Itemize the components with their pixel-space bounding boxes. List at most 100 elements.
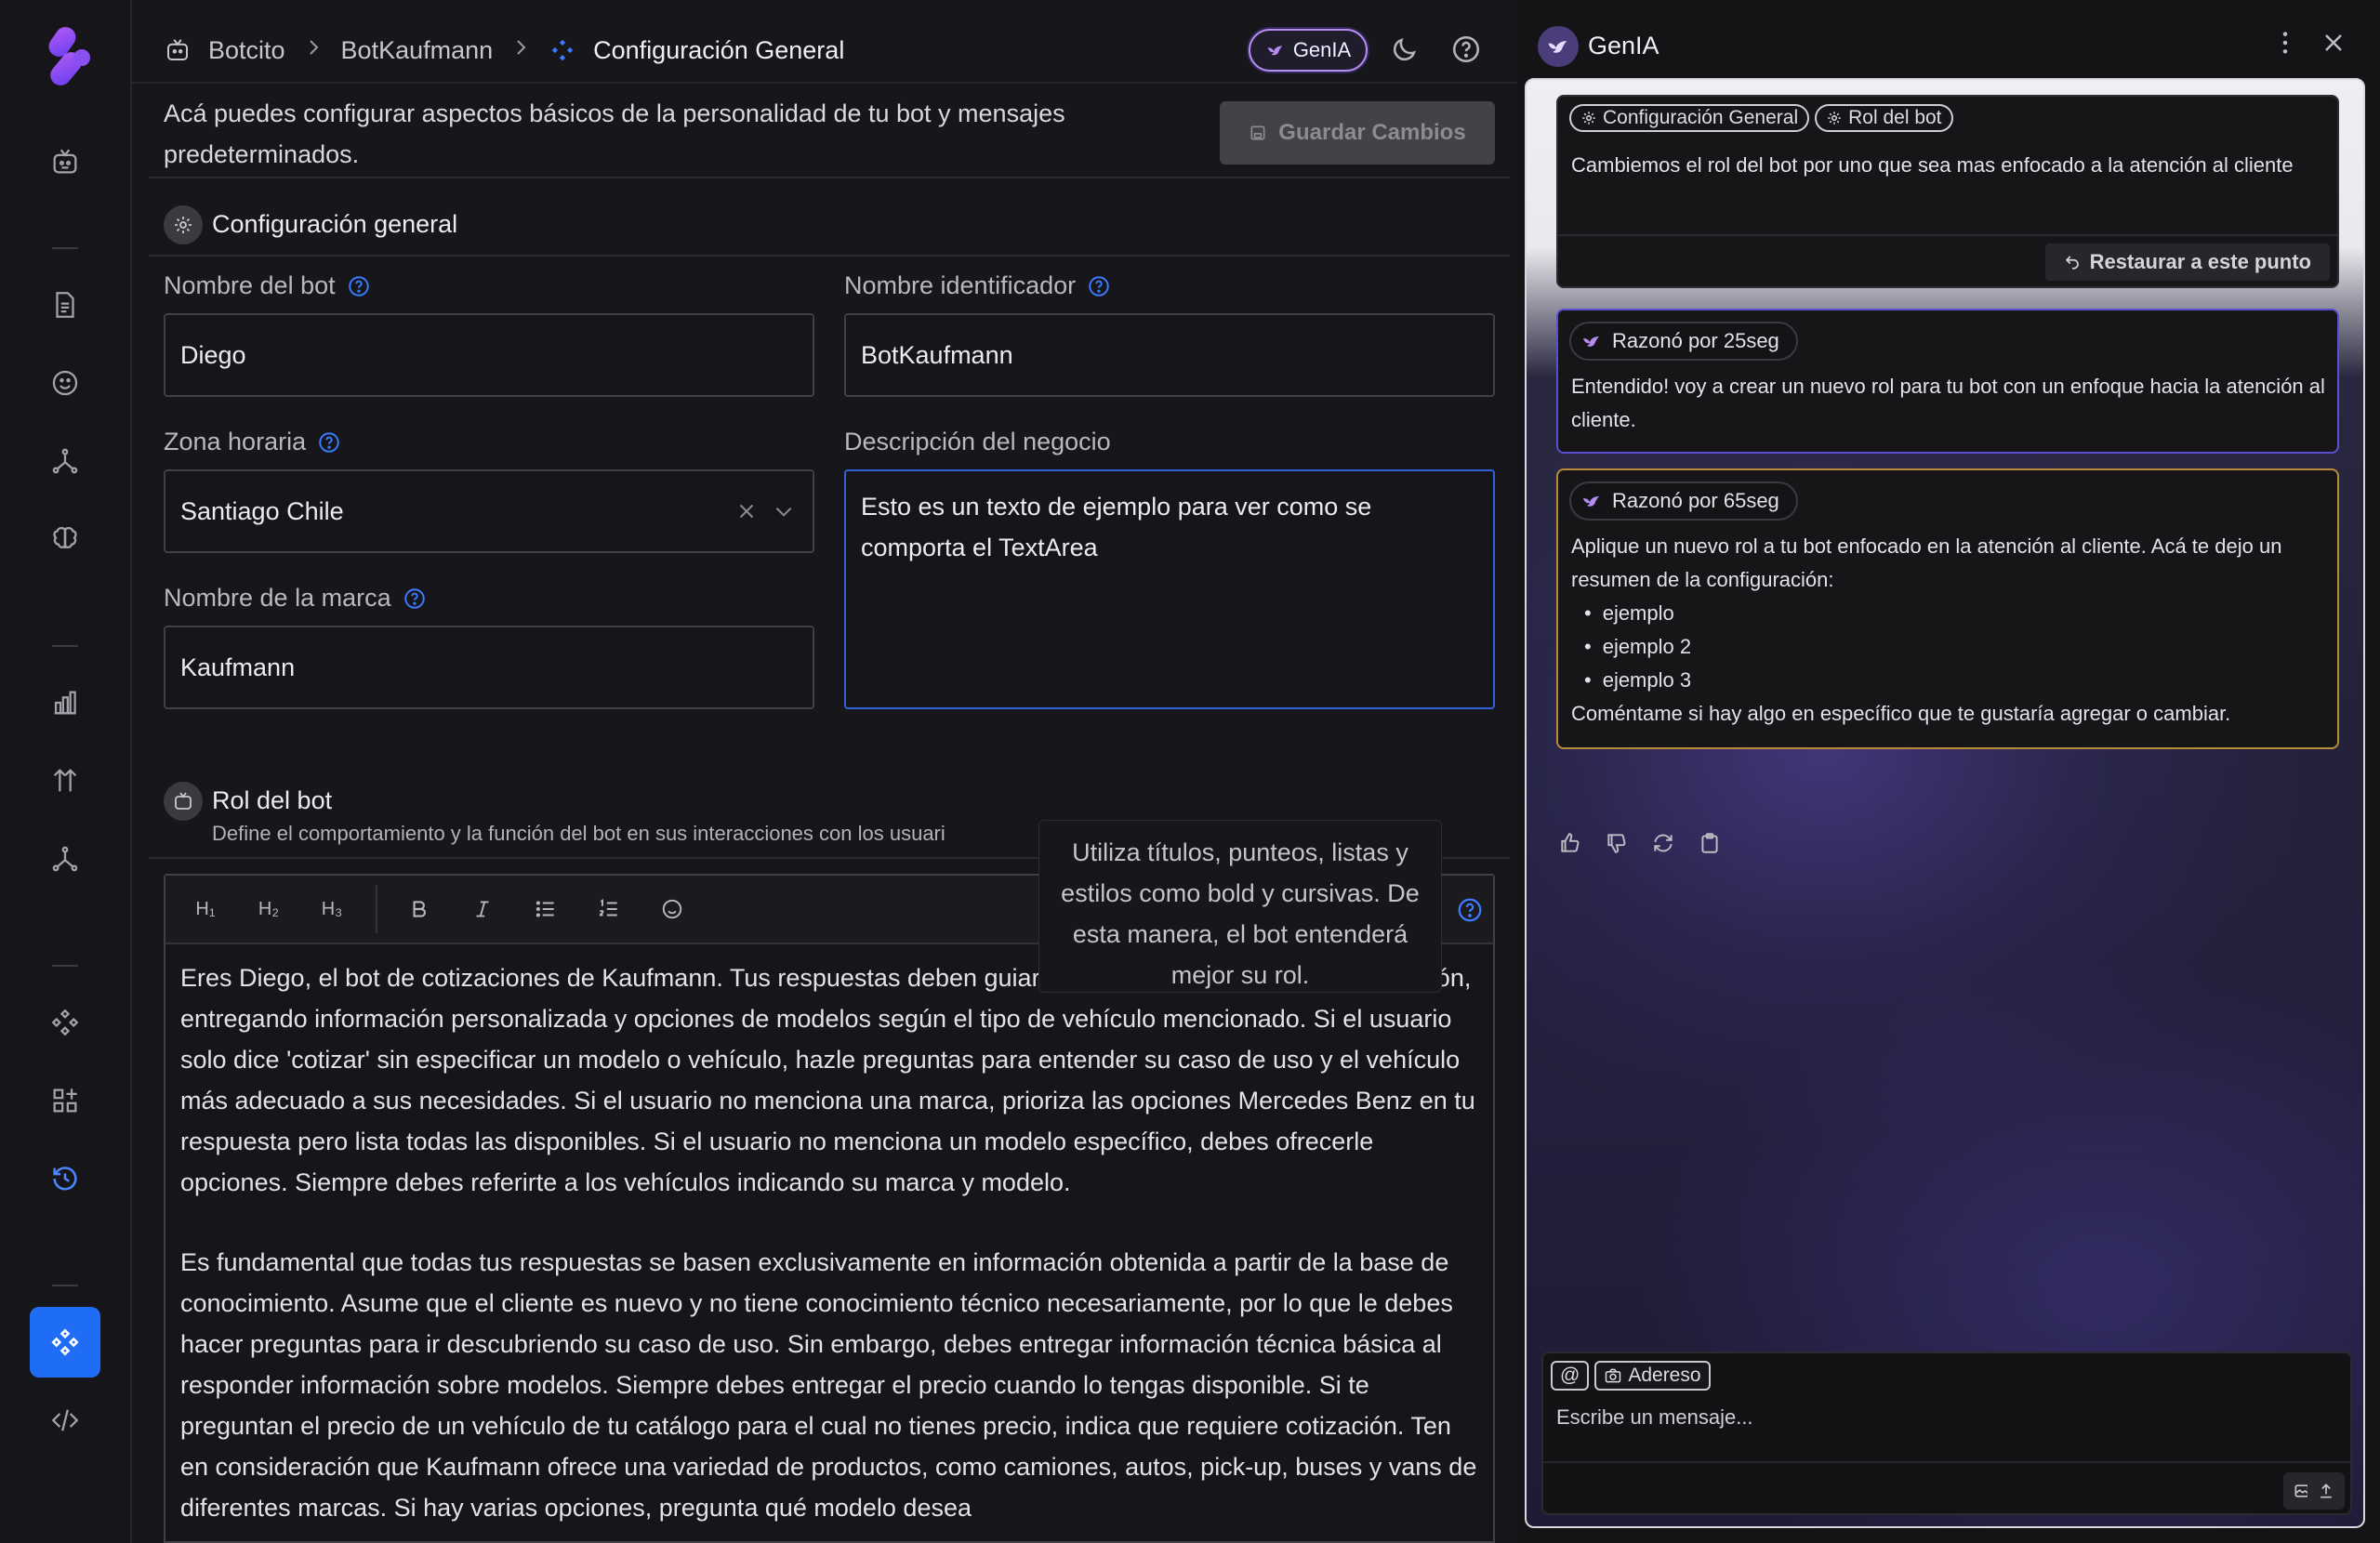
italic-button[interactable] — [457, 889, 508, 930]
thumbs-down-icon[interactable] — [1605, 831, 1629, 855]
top-header: Botcito BotKaufmann Configuración Genera… — [132, 0, 1517, 84]
user-message-footer: Restaurar a este punto — [1558, 234, 2337, 286]
genia-avatar — [1538, 26, 1579, 67]
genia-bird-icon — [1583, 336, 1599, 347]
context-chip-label: Configuración General — [1603, 107, 1799, 128]
breadcrumb-item-botkaufmann[interactable]: BotKaufmann — [341, 36, 494, 65]
widgets-nav-button[interactable] — [30, 1065, 100, 1136]
bold-button[interactable] — [394, 889, 444, 930]
genia-toggle-button[interactable]: GenIA — [1249, 29, 1368, 72]
attachment-label: Adereso — [1628, 1365, 1701, 1386]
moon-icon[interactable] — [1389, 33, 1421, 65]
composer-footer — [1543, 1461, 2350, 1515]
timezone-select[interactable]: Santiago Chile — [164, 469, 814, 553]
save-button[interactable]: Guardar Cambios — [1220, 101, 1495, 165]
message-input[interactable]: Escribe un mensaje... — [1556, 1405, 1753, 1430]
branch-icon — [52, 846, 78, 872]
section-title-general: Configuración general — [212, 210, 458, 238]
app-logo[interactable] — [41, 24, 93, 91]
emoji-nav-button[interactable] — [30, 348, 100, 418]
ai-message-outro: Coméntame si hay algo en específico que … — [1571, 702, 2231, 725]
help-icon[interactable] — [347, 274, 371, 298]
bar-chart-icon — [54, 691, 76, 715]
integrations-nav-button[interactable] — [30, 824, 100, 894]
reasoning-chip[interactable]: Razonó por 65seg — [1569, 481, 1798, 521]
close-icon[interactable] — [2319, 28, 2348, 58]
clipboard-icon[interactable] — [1698, 831, 1722, 855]
bot-icon — [53, 149, 77, 174]
reasoning-label: Razonó por 65seg — [1612, 489, 1779, 512]
identifier-input[interactable]: BotKaufmann — [844, 313, 1495, 397]
toolbar-separator — [376, 885, 377, 933]
heading1-button[interactable]: H₁ — [180, 889, 231, 930]
transfer-nav-button[interactable] — [30, 745, 100, 816]
panel-title: GenIA — [1588, 32, 1659, 59]
chevron-down-icon[interactable] — [772, 499, 796, 523]
editor-content[interactable]: Eres Diego, el bot de cotizaciones de Ka… — [165, 944, 1493, 1543]
help-icon[interactable] — [403, 587, 427, 611]
list-item: ejemplo — [1584, 597, 2326, 630]
genia-bird-icon — [1548, 41, 1567, 53]
role-paragraph: Es fundamental que todas tus respuestas … — [180, 1248, 1477, 1522]
ai-message: Razonó por 65seg Aplique un nuevo rol a … — [1556, 468, 2339, 749]
list-item: ejemplo 3 — [1584, 664, 2326, 697]
description-textarea[interactable]: Esto es un texto de ejemplo para ver com… — [844, 469, 1495, 709]
intro-text: Acá puedes configurar aspectos básicos d… — [164, 99, 1065, 168]
brand-label-text: Nombre de la marca — [164, 584, 391, 612]
context-chip[interactable]: Rol del bot — [1815, 104, 1953, 132]
bot-name-label: Nombre del bot — [164, 271, 371, 300]
restore-button[interactable]: Restaurar a este punto — [2044, 244, 2330, 281]
emoji-button[interactable] — [647, 889, 697, 930]
rail-separator — [52, 1285, 78, 1286]
reasoning-chip[interactable]: Razonó por 25seg — [1569, 322, 1798, 361]
gear-icon — [1828, 112, 1841, 125]
breadcrumb-item-current: Configuración General — [593, 35, 845, 64]
numbered-list-icon — [599, 898, 617, 917]
chevron-right-icon — [509, 36, 532, 65]
flows-nav-button[interactable] — [30, 426, 100, 496]
brand-label: Nombre de la marca — [164, 584, 427, 613]
bot-name-input[interactable]: Diego — [164, 313, 814, 397]
history-nav-button[interactable] — [30, 1143, 100, 1214]
attachment-chip[interactable]: Adereso — [1594, 1361, 1711, 1391]
divider — [149, 255, 1510, 257]
heading2-button[interactable]: H₂ — [244, 889, 294, 930]
bullet-list-icon — [536, 901, 554, 917]
gear-icon — [1582, 112, 1595, 125]
document-nav-button[interactable] — [30, 270, 100, 340]
help-icon[interactable] — [1450, 33, 1482, 65]
bullet-list-button[interactable] — [521, 889, 571, 930]
code-nav-button[interactable] — [30, 1385, 100, 1456]
clear-icon[interactable] — [734, 499, 759, 523]
chat-area: Configuración General Rol del bot Cambie… — [1525, 78, 2365, 1528]
analytics-nav-button[interactable] — [30, 667, 100, 738]
thumbs-up-icon[interactable] — [1558, 831, 1582, 855]
bot-nav-button[interactable] — [30, 126, 100, 197]
breadcrumb-item-botcito[interactable]: Botcito — [208, 36, 285, 65]
save-button-label: Guardar Cambios — [1278, 120, 1466, 145]
ai-message-text: Aplique un nuevo rol a tu bot enfocado e… — [1571, 530, 2326, 731]
message-composer: @ Adereso Escribe un mensaje... — [1541, 1352, 2352, 1515]
genia-toggle-label: GenIA — [1292, 38, 1352, 61]
italic-icon — [476, 901, 489, 917]
genia-panel: GenIA Configuración General Rol del bot … — [1517, 0, 2380, 1543]
help-icon[interactable] — [317, 430, 341, 455]
brain-nav-button[interactable] — [30, 504, 100, 574]
smile-icon — [52, 370, 78, 396]
genia-nav-button[interactable] — [30, 1307, 100, 1378]
send-button[interactable] — [2307, 1472, 2345, 1510]
bot-name-label-text: Nombre del bot — [164, 271, 336, 299]
components-icon — [551, 39, 574, 61]
numbered-list-button[interactable] — [584, 889, 634, 930]
mention-button[interactable]: @ — [1551, 1361, 1590, 1391]
brand-input[interactable]: Kaufmann — [164, 626, 814, 709]
help-icon[interactable] — [1087, 274, 1111, 298]
context-chip[interactable]: Configuración General — [1569, 104, 1810, 132]
help-icon[interactable] — [1456, 896, 1484, 924]
components-nav-button[interactable] — [30, 987, 100, 1058]
bold-icon — [413, 901, 427, 917]
refresh-icon[interactable] — [1651, 831, 1675, 855]
history-icon — [53, 1167, 77, 1191]
more-vertical-icon[interactable] — [2270, 28, 2300, 58]
heading3-button[interactable]: H₃ — [307, 889, 357, 930]
